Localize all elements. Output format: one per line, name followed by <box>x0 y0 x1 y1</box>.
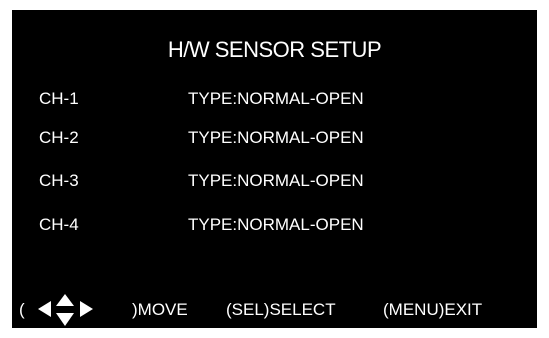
direction-arrows <box>34 290 144 328</box>
osd-screen: H/W SENSOR SETUP CH-1 TYPE:NORMAL-OPEN C… <box>12 10 537 328</box>
channel-type-value[interactable]: TYPE:NORMAL-OPEN <box>188 128 364 148</box>
channel-label: CH-1 <box>39 89 79 108</box>
channel-row-4[interactable]: CH-4 TYPE:NORMAL-OPEN <box>12 215 537 243</box>
channel-row-2[interactable]: CH-2 TYPE:NORMAL-OPEN <box>12 128 537 156</box>
channel-label: CH-4 <box>39 215 79 234</box>
channel-row-3[interactable]: CH-3 TYPE:NORMAL-OPEN <box>12 171 537 199</box>
exit-help: (MENU)EXIT <box>383 300 483 319</box>
page-title: H/W SENSOR SETUP <box>167 37 382 62</box>
channel-label: CH-3 <box>39 171 79 190</box>
help-bar: ( )MOVE (SEL)SELECT (MENU)EXIT <box>12 294 537 326</box>
arrow-left-icon <box>38 301 51 317</box>
arrow-up-icon <box>56 294 74 306</box>
select-help: (SEL)SELECT <box>226 300 336 319</box>
channel-type-value[interactable]: TYPE:NORMAL-OPEN <box>188 215 364 235</box>
channel-label: CH-2 <box>39 128 79 147</box>
help-open-paren: ( <box>19 300 25 319</box>
channel-type-value[interactable]: TYPE:NORMAL-OPEN <box>188 89 364 109</box>
channel-type-value[interactable]: TYPE:NORMAL-OPEN <box>188 171 364 191</box>
arrow-right-icon <box>80 301 93 317</box>
arrow-down-icon <box>56 313 74 326</box>
move-help: )MOVE <box>132 300 188 319</box>
channel-row-1[interactable]: CH-1 TYPE:NORMAL-OPEN <box>12 89 537 117</box>
